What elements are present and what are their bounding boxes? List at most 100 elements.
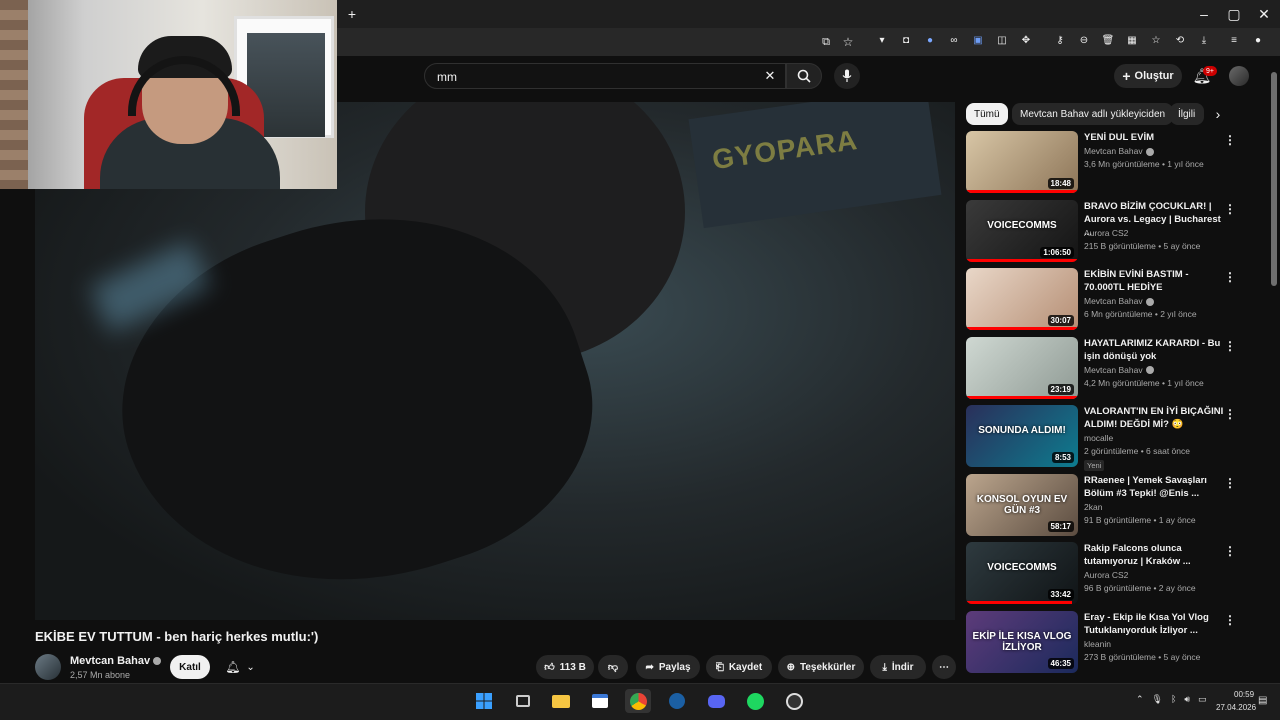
extension-icon[interactable]: ⊖ [1076, 35, 1092, 46]
microphone-icon[interactable]: 🎙︎ [1152, 694, 1163, 705]
steam-icon[interactable] [664, 689, 690, 713]
recommendation-title[interactable]: RRaenee | Yemek Savaşları Bölüm #3 Tepki… [1084, 474, 1224, 500]
display-icon[interactable]: ▭ [1198, 694, 1207, 705]
obs-icon[interactable] [781, 689, 807, 713]
recommendation-channel[interactable]: Aurora CS2 [1084, 570, 1224, 580]
recommendation-channel[interactable]: kleanin [1084, 639, 1224, 649]
bookmark-star-icon[interactable]: ☆ [840, 34, 856, 50]
clear-search-icon[interactable]: ✕ [762, 68, 778, 84]
new-tab-button[interactable]: + [344, 6, 360, 22]
recommendation-card[interactable]: EKİP İLE KISA VLOG İZLİYOR 46:35 Eray - Ek… [966, 610, 1266, 675]
recommendation-thumbnail[interactable]: 23:19 [966, 336, 1078, 399]
like-button[interactable]: 👍︎ 113 B [536, 655, 594, 679]
join-button[interactable]: Katıl [170, 655, 210, 679]
recommendation-thumbnail[interactable]: SONUNDA ALDIM! 8:53 [966, 405, 1078, 467]
speaker-icon[interactable]: 🔊︎ [1184, 694, 1190, 705]
save-button[interactable]: ⎗ Kaydet [706, 655, 772, 679]
scrollbar-thumb[interactable] [1271, 72, 1277, 286]
chip-from-uploader[interactable]: Mevtcan Bahav adlı yükleyiciden [1012, 103, 1174, 125]
chevron-right-icon[interactable]: › [1210, 106, 1226, 122]
recommendation-card[interactable]: SONUNDA ALDIM! 8:53 VALORANT'IN EN İYİ BIÇ… [966, 405, 1266, 471]
profile-icon[interactable]: ● [1250, 35, 1266, 46]
extension-icon[interactable]: ◫ [994, 35, 1010, 46]
translate-icon[interactable]: ▣ [970, 35, 986, 46]
share-button[interactable]: ➦ Paylaş [636, 655, 700, 679]
file-explorer-icon[interactable] [548, 689, 574, 713]
recommendation-channel[interactable]: Mevtcan Bahav [1084, 365, 1224, 375]
grid-icon[interactable]: ▦ [1124, 35, 1140, 46]
maximize-icon[interactable]: ▢ [1226, 6, 1242, 22]
key-icon[interactable]: ⚷ [1052, 35, 1068, 46]
task-view-icon[interactable] [510, 689, 536, 713]
recommendation-title[interactable]: EKİBİN EVİNİ BASTIM - 70.000TL HEDİYE [1084, 268, 1224, 294]
channel-avatar[interactable] [35, 654, 61, 680]
install-app-icon[interactable]: ⧉ [818, 34, 834, 50]
trash-icon[interactable]: 🗑 [1100, 35, 1116, 46]
sidebar-icon[interactable]: ≡ [1226, 35, 1242, 46]
recommendation-title[interactable]: HAYATLARIMIZ KARARDI - Bu işin dönüşü yo… [1084, 337, 1224, 363]
recommendation-card[interactable]: 23:19 HAYATLARIMIZ KARARDI - Bu işin dönü… [966, 336, 1266, 401]
create-button[interactable]: + Oluştur [1114, 64, 1182, 88]
search-input[interactable]: mm [424, 63, 786, 89]
more-vertical-icon[interactable]: ⋮ [1224, 133, 1236, 147]
account-avatar[interactable] [1229, 66, 1249, 86]
recommendation-channel[interactable]: mocalle [1084, 433, 1224, 443]
minimize-icon[interactable]: – [1196, 6, 1212, 22]
puzzle-icon[interactable]: ✥ [1018, 35, 1034, 46]
recommendation-card[interactable]: KONSOL OYUN EV GÜN #3 58:17 RRaenee | Yeme… [966, 473, 1266, 538]
chip-all[interactable]: Tümü [966, 103, 1008, 125]
recommendation-thumbnail[interactable]: VOICECOMMS 1:06:50 [966, 199, 1078, 262]
recommendation-card[interactable]: VOICECOMMS 1:06:50 BRAVO BİZİM ÇOCUKLAR! |… [966, 199, 1266, 264]
recommendation-title[interactable]: YENİ DUL EVİM [1084, 131, 1224, 144]
recommendation-channel[interactable]: 2kan [1084, 502, 1224, 512]
subscription-bell-button[interactable]: 🔔︎ ⌄ [218, 655, 262, 679]
windows-start-icon[interactable] [471, 689, 497, 713]
page-scrollbar[interactable] [1270, 60, 1278, 682]
recommendation-card[interactable]: 30:07 EKİBİN EVİNİ BASTIM - 70.000TL HEDİ… [966, 268, 1266, 332]
bluetooth-icon[interactable]: ᛒ [1171, 694, 1176, 705]
more-actions-button[interactable]: ⋯ [932, 655, 956, 679]
thanks-button[interactable]: ⊕ Teşekkürler [778, 655, 864, 679]
spotify-icon[interactable] [742, 689, 768, 713]
recommendation-channel[interactable]: Mevtcan Bahav [1084, 296, 1224, 306]
shield-icon[interactable]: ◘ [898, 35, 914, 46]
more-vertical-icon[interactable]: ⋮ [1224, 339, 1236, 353]
taskbar-clock-date[interactable]: 27.04.2026 [1216, 703, 1256, 712]
recommendation-card[interactable]: VOICECOMMS 33:42 Rakip Falcons olunca tuta… [966, 542, 1266, 606]
recommendation-thumbnail[interactable]: EKİP İLE KISA VLOG İZLİYOR 46:35 [966, 610, 1078, 673]
search-button[interactable] [786, 63, 822, 89]
recommendation-thumbnail[interactable]: 18:48 [966, 131, 1078, 193]
discord-icon[interactable] [703, 689, 729, 713]
store-icon[interactable] [587, 689, 613, 713]
favorites-icon[interactable]: ☆ [1148, 35, 1164, 46]
more-vertical-icon[interactable]: ⋮ [1224, 270, 1236, 284]
dislike-button[interactable]: 👎︎ [598, 655, 628, 679]
more-vertical-icon[interactable]: ⋮ [1224, 202, 1236, 216]
recommendation-thumbnail[interactable]: 30:07 [966, 268, 1078, 330]
more-vertical-icon[interactable]: ⋮ [1224, 613, 1236, 627]
recommendation-card[interactable]: 18:48 YENİ DUL EVİM Mevtcan Bahav 3,6 Mn gö… [966, 131, 1266, 195]
extension-icon[interactable]: ● [922, 35, 938, 46]
recommendation-title[interactable]: Rakip Falcons olunca tutamıyoruz | Krakó… [1084, 542, 1224, 568]
recommendation-channel[interactable]: Mevtcan Bahav [1084, 146, 1224, 156]
download-icon[interactable]: ⤓ [1196, 35, 1212, 46]
chevron-up-icon[interactable]: ⌃ [1136, 694, 1144, 705]
menu-icon[interactable]: ⋮ [1274, 35, 1280, 46]
chrome-icon[interactable] [625, 689, 651, 713]
recommendation-channel[interactable]: Aurora CS2 [1084, 228, 1224, 238]
recommendation-thumbnail[interactable]: KONSOL OYUN EV GÜN #3 58:17 [966, 473, 1078, 536]
close-icon[interactable]: ✕ [1256, 6, 1272, 22]
extension-icon[interactable]: ∞ [946, 35, 962, 46]
taskbar-clock-time[interactable]: 00:59 [1234, 690, 1254, 699]
recommendation-title[interactable]: Eray - Ekip ile Kısa Yol Vlog Tutuklanıy… [1084, 611, 1224, 637]
extension-icon[interactable]: ▾ [874, 35, 890, 46]
recommendation-title[interactable]: VALORANT'IN EN İYİ BIÇAĞINI ALDIM! DEĞDİ… [1084, 405, 1224, 431]
more-vertical-icon[interactable]: ⋮ [1224, 544, 1236, 558]
more-vertical-icon[interactable]: ⋮ [1224, 476, 1236, 490]
more-vertical-icon[interactable]: ⋮ [1224, 407, 1236, 421]
recommendation-thumbnail[interactable]: VOICECOMMS 33:42 [966, 542, 1078, 604]
download-button[interactable]: ⤓ İndir [870, 655, 926, 679]
history-icon[interactable]: ⟲ [1172, 35, 1188, 46]
channel-name[interactable]: Mevtcan Bahav [70, 655, 162, 667]
notification-center-icon[interactable]: ▤ [1258, 695, 1267, 706]
